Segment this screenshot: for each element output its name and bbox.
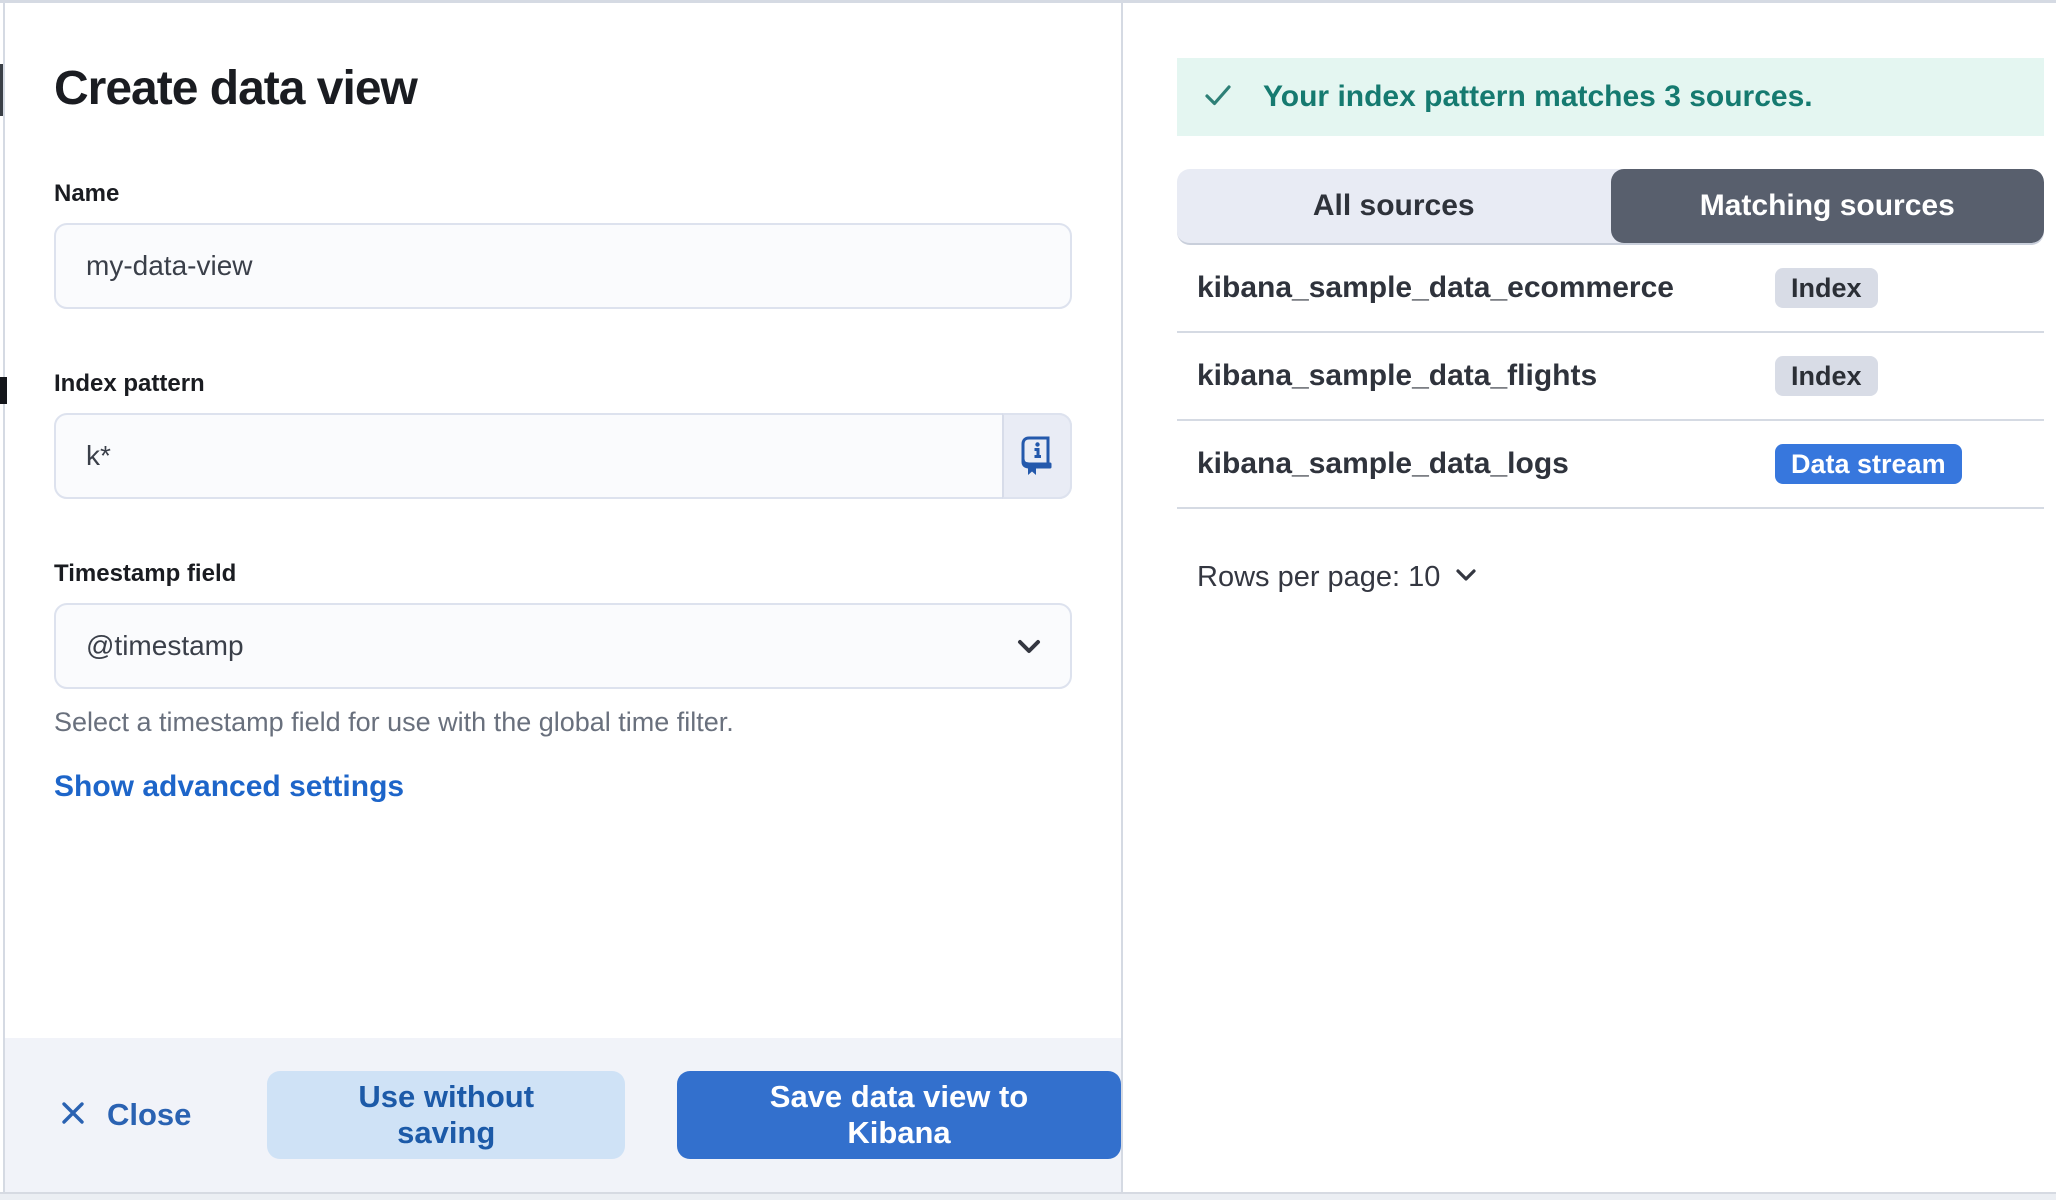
preview-panel: Your index pattern matches 3 sources. Al… — [1125, 3, 2056, 1192]
source-row: kibana_sample_data_ecommerce Index — [1177, 245, 2044, 333]
matching-sources-list: kibana_sample_data_ecommerce Index kiban… — [1177, 245, 2044, 509]
source-row: kibana_sample_data_logs Data stream — [1177, 421, 2044, 509]
source-name: kibana_sample_data_logs — [1177, 447, 1775, 481]
x-icon — [57, 1097, 89, 1134]
sources-tab-group: All sources Matching sources — [1177, 169, 2044, 245]
book-info-icon — [1016, 431, 1058, 482]
page-title: Create data view — [54, 59, 1072, 119]
success-callout: Your index pattern matches 3 sources. — [1177, 58, 2044, 136]
rows-per-page-label: Rows per page: 10 — [1197, 561, 1440, 594]
check-icon — [1199, 76, 1237, 119]
rows-per-page-selector[interactable]: Rows per page: 10 — [1177, 561, 2044, 594]
index-pattern-label: Index pattern — [54, 369, 1072, 399]
show-advanced-settings-link[interactable]: Show advanced settings — [54, 769, 404, 805]
timestamp-help-text: Select a timestamp field for use with th… — [54, 705, 1072, 739]
form-panel: Create data view Name Index pattern — [5, 3, 1123, 1192]
close-button-label: Close — [107, 1097, 191, 1133]
chevron-down-icon — [1452, 561, 1480, 594]
source-name: kibana_sample_data_flights — [1177, 359, 1775, 393]
save-data-view-button[interactable]: Save data view to Kibana — [677, 1071, 1121, 1159]
background-page-fragment — [0, 377, 7, 404]
tab-matching-sources[interactable]: Matching sources — [1611, 169, 2045, 243]
close-button[interactable]: Close — [57, 1097, 191, 1134]
name-input[interactable] — [54, 223, 1072, 309]
background-page-fragment — [0, 64, 3, 116]
callout-message: Your index pattern matches 3 sources. — [1263, 80, 1813, 114]
create-data-view-flyout: Create data view Name Index pattern — [0, 0, 2056, 1200]
name-label: Name — [54, 179, 1072, 209]
source-type-badge: Index — [1775, 268, 1878, 308]
source-name: kibana_sample_data_ecommerce — [1177, 271, 1775, 305]
timestamp-field-label: Timestamp field — [54, 559, 1072, 589]
source-type-badge: Data stream — [1775, 444, 1962, 484]
flyout-footer: Close Use without saving Save data view … — [5, 1038, 1121, 1192]
tab-all-sources[interactable]: All sources — [1177, 169, 1611, 243]
flyout-bottom-border — [0, 1192, 2056, 1200]
timestamp-field-select[interactable] — [54, 603, 1072, 689]
use-without-saving-button[interactable]: Use without saving — [267, 1071, 625, 1159]
index-pattern-input[interactable] — [54, 413, 1072, 499]
index-pattern-docs-button[interactable] — [1002, 413, 1072, 499]
source-type-badge: Index — [1775, 356, 1878, 396]
source-row: kibana_sample_data_flights Index — [1177, 333, 2044, 421]
